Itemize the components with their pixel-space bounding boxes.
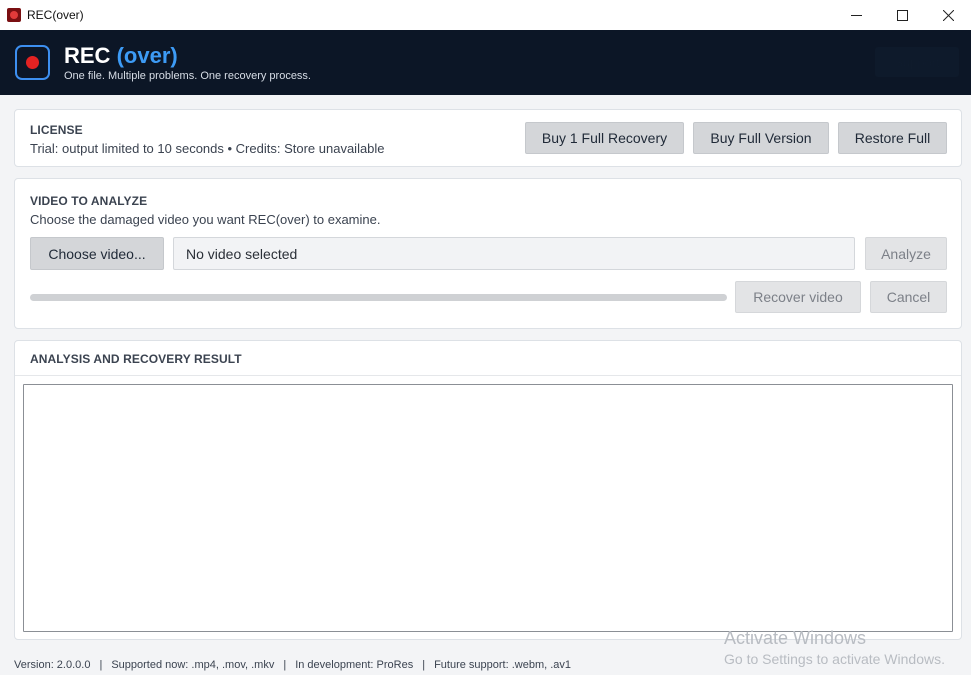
buy-one-recovery-button[interactable]: Buy 1 Full Recovery [525, 122, 684, 154]
status-footer: Version: 2.0.0.0 | Supported now: .mp4, … [14, 659, 572, 671]
analyze-button[interactable]: Analyze [865, 237, 947, 270]
choose-video-button[interactable]: Choose video... [30, 237, 164, 270]
progress-bar [30, 294, 727, 301]
video-title: VIDEO TO ANALYZE [30, 194, 148, 208]
activation-watermark: Activate Windows Go to Settings to activ… [724, 628, 945, 667]
minimize-icon [850, 14, 862, 16]
result-divider [15, 375, 961, 376]
record-logo-icon [15, 45, 50, 80]
recover-video-button[interactable]: Recover video [735, 281, 861, 313]
license-status: Trial: output limited to 10 seconds • Cr… [30, 141, 385, 156]
brand-main: REC [64, 43, 111, 68]
footer-version: Version: 2.0.0.0 [14, 659, 91, 671]
app-brand: REC (over) [64, 43, 178, 69]
brand-accent: (over) [116, 43, 178, 68]
window-titlebar: REC(over) [0, 0, 971, 30]
buy-full-version-button[interactable]: Buy Full Version [693, 122, 829, 154]
footer-future-support: Future support: .webm, .av1 [434, 659, 572, 671]
window-controls [833, 0, 971, 30]
video-panel: VIDEO TO ANALYZE Choose the damaged vide… [14, 178, 962, 329]
support-button[interactable]: Support [875, 47, 959, 77]
close-icon [942, 9, 954, 21]
cancel-button[interactable]: Cancel [870, 281, 947, 313]
restore-full-button[interactable]: Restore Full [838, 122, 947, 154]
app-tagline: One file. Multiple problems. One recover… [64, 70, 311, 82]
result-panel: ANALYSIS AND RECOVERY RESULT [14, 340, 962, 640]
selected-file-field[interactable]: No video selected [173, 237, 855, 270]
maximize-button[interactable] [879, 0, 925, 30]
close-button[interactable] [925, 0, 971, 30]
video-subtitle: Choose the damaged video you want REC(ov… [30, 212, 381, 227]
result-title: ANALYSIS AND RECOVERY RESULT [30, 352, 242, 366]
watermark-subtitle: Go to Settings to activate Windows. [724, 651, 945, 667]
watermark-title: Activate Windows [724, 628, 867, 648]
app-icon [7, 8, 21, 22]
minimize-button[interactable] [833, 0, 879, 30]
footer-supported: Supported now: .mp4, .mov, .mkv [111, 659, 275, 671]
maximize-icon [896, 9, 908, 21]
footer-in-development: In development: ProRes [295, 659, 414, 671]
record-dot-icon [26, 56, 39, 69]
app-header: REC (over) One file. Multiple problems. … [0, 30, 971, 95]
license-panel: LICENSE Trial: output limited to 10 seco… [14, 109, 962, 167]
result-textarea[interactable] [23, 384, 953, 632]
window-title: REC(over) [27, 8, 84, 22]
license-title: LICENSE [30, 123, 83, 137]
